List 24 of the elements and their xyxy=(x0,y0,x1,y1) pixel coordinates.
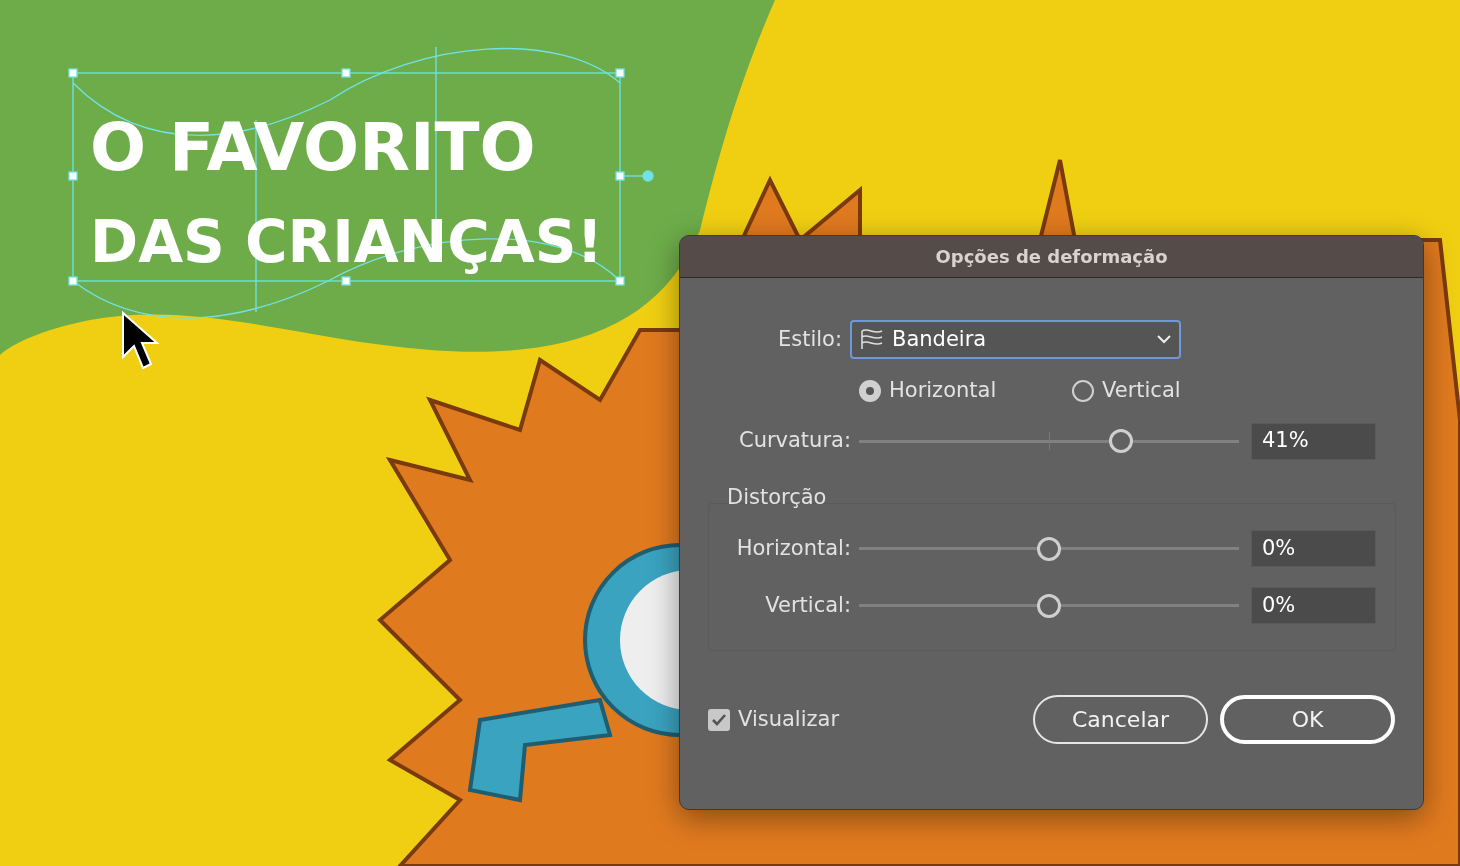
checkmark-icon xyxy=(711,712,727,727)
slider-thumb[interactable] xyxy=(1037,593,1061,618)
value-field[interactable]: 0% xyxy=(1251,530,1376,567)
chevron-down-icon xyxy=(1157,335,1171,344)
radio-label[interactable]: Vertical xyxy=(1102,375,1181,407)
radio-label[interactable]: Horizontal xyxy=(889,375,997,407)
slider-label: Horizontal: xyxy=(735,534,852,562)
value-field[interactable]: 41% xyxy=(1251,422,1376,460)
radio-button[interactable] xyxy=(859,379,881,402)
field-label: Estilo: xyxy=(776,325,843,353)
cancel-button[interactable]: Cancelar xyxy=(1033,695,1208,744)
slider-label: Curvatura: xyxy=(737,427,852,455)
style-dropdown[interactable]: Bandeira xyxy=(850,320,1181,359)
slider-thumb[interactable] xyxy=(1037,536,1061,561)
checkbox-label[interactable]: Visualizar xyxy=(738,703,840,736)
slider-thumb[interactable] xyxy=(1109,429,1134,453)
slider-label: Vertical: xyxy=(764,591,852,619)
mouse-pointer-icon xyxy=(122,310,160,370)
ok-button[interactable]: OK xyxy=(1220,695,1395,744)
checkbox[interactable] xyxy=(708,708,730,731)
value-field[interactable]: 0% xyxy=(1251,587,1376,624)
group-title: Distorção xyxy=(727,483,828,511)
dialog-title: Opções de deformação xyxy=(935,245,1168,269)
radio-button[interactable] xyxy=(1072,379,1094,402)
